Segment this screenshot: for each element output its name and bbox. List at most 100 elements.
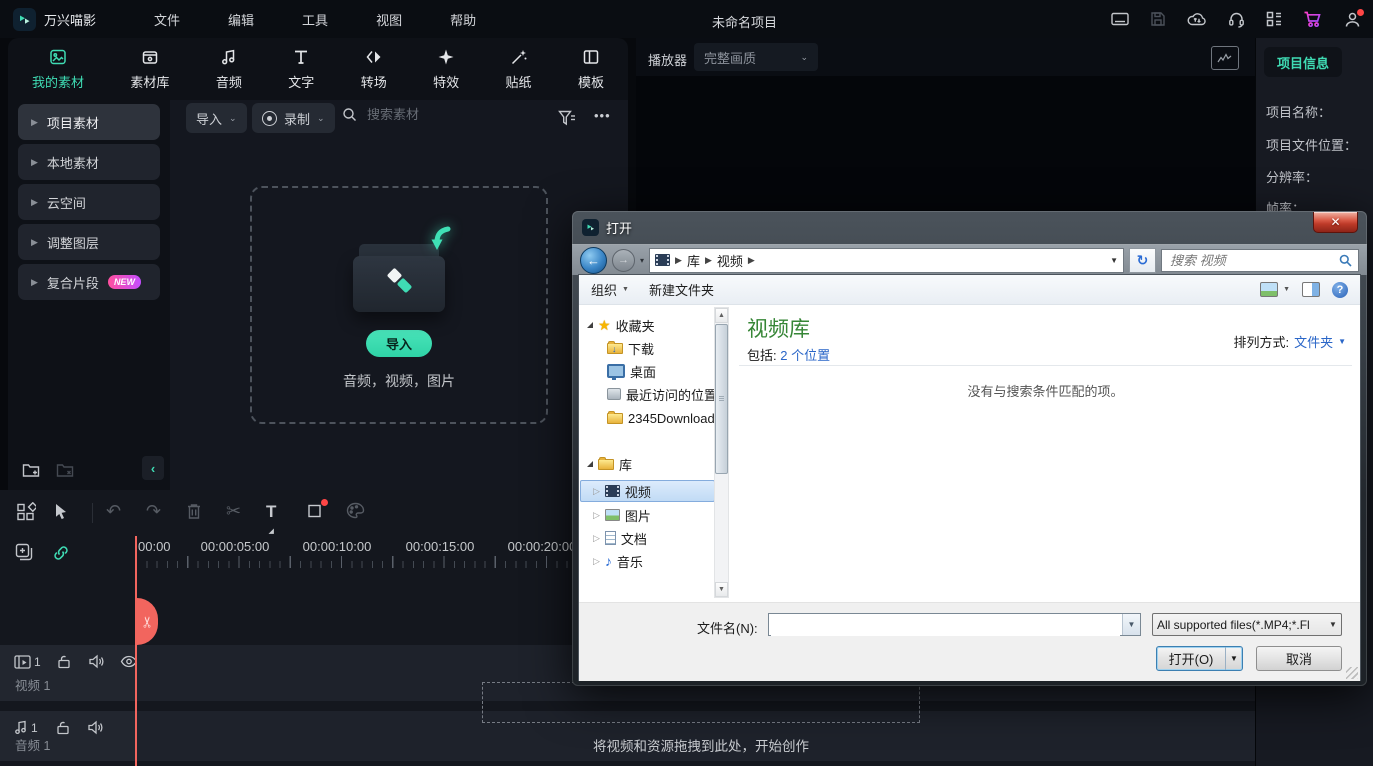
layout-icon[interactable] xyxy=(1111,12,1129,27)
close-button[interactable]: ✕ xyxy=(1313,212,1358,233)
tab-audio[interactable]: 音频 xyxy=(216,47,242,91)
tree-item-pictures[interactable]: ▷ 图片 xyxy=(593,504,651,526)
menu-view[interactable]: 视图 xyxy=(352,10,426,29)
expander-closed-icon[interactable]: ▷ xyxy=(593,556,600,567)
import-dropzone[interactable]: 导入 音频，视频，图片 xyxy=(250,186,548,424)
import-button[interactable]: 导入 xyxy=(366,330,432,357)
expander-closed-icon[interactable]: ▷ xyxy=(593,533,600,544)
render-preview-icon[interactable] xyxy=(1211,46,1239,70)
resize-grip[interactable] xyxy=(1346,667,1358,679)
forward-button[interactable]: → xyxy=(612,249,635,272)
sidebar-item-compound-clip[interactable]: ▶ 复合片段 NEW xyxy=(18,264,160,300)
filename-input[interactable] xyxy=(771,615,1120,636)
user-account-icon[interactable] xyxy=(1344,11,1361,28)
breadcrumb[interactable]: ▶ 库 ▶ 视频 ▶ ▼ xyxy=(649,248,1124,273)
color-palette-icon[interactable] xyxy=(346,502,365,519)
tree-scrollbar[interactable]: ▲ ▼ xyxy=(714,307,729,598)
new-folder-button[interactable]: 新建文件夹 xyxy=(649,280,714,299)
dialog-search-input[interactable] xyxy=(1168,252,1335,269)
tab-stickers[interactable]: 贴纸 xyxy=(506,47,532,91)
sidebar-item-local-media[interactable]: ▶ 本地素材 xyxy=(18,144,160,180)
menu-file[interactable]: 文件 xyxy=(130,10,204,29)
tab-transitions[interactable]: 转场 xyxy=(361,47,387,91)
delete-icon[interactable] xyxy=(186,502,202,520)
split-scissors-icon[interactable]: ✂ xyxy=(226,502,241,520)
timeline-dropzone[interactable] xyxy=(482,682,920,723)
sidebar-item-cloud[interactable]: ▶ 云空间 xyxy=(18,184,160,220)
import-dropdown-button[interactable]: 导入 ⌄ xyxy=(186,103,247,133)
open-split-dropdown-icon[interactable]: ▼ xyxy=(1226,647,1242,670)
tree-item-documents[interactable]: ▷ 文档 xyxy=(593,527,647,549)
quality-dropdown[interactable]: 完整画质 ⌄ xyxy=(694,43,818,71)
tree-item-videos[interactable]: ▷ 视频 xyxy=(593,480,651,502)
record-dropdown-button[interactable]: 录制 ⌄ xyxy=(252,103,335,133)
more-options-icon[interactable]: ••• xyxy=(594,108,611,123)
add-folder-icon[interactable] xyxy=(22,462,40,478)
tree-item-favorites[interactable]: ★ 收藏夹 xyxy=(587,314,655,336)
expander-open-icon[interactable] xyxy=(587,461,593,467)
tab-my-media[interactable]: 我的素材 xyxy=(32,47,84,91)
open-button[interactable]: 打开(O) ▼ xyxy=(1156,646,1243,671)
breadcrumb-videos[interactable]: 视频 xyxy=(717,251,743,270)
text-tool-icon[interactable]: T◢ xyxy=(266,502,276,530)
media-search-input[interactable] xyxy=(365,106,519,123)
playhead[interactable] xyxy=(135,536,137,766)
breadcrumb-libraries[interactable]: 库 xyxy=(687,251,700,270)
refresh-button[interactable]: ↻ xyxy=(1129,248,1156,273)
nav-history-dropdown-icon[interactable]: ▾ xyxy=(640,256,644,265)
tree-item-music[interactable]: ▷ ♪ 音乐 xyxy=(593,550,643,572)
crop-tool-icon[interactable] xyxy=(306,502,324,520)
mute-icon[interactable] xyxy=(88,654,105,669)
select-tool-icon[interactable] xyxy=(52,502,70,521)
link-clips-icon[interactable] xyxy=(52,544,70,562)
tree-item-desktop[interactable]: 桌面 xyxy=(607,360,656,382)
tab-stock-media[interactable]: 素材库 xyxy=(130,47,169,91)
views-button[interactable]: ▼ xyxy=(1260,282,1290,297)
apps-grid-icon[interactable] xyxy=(1266,11,1282,27)
lock-icon[interactable] xyxy=(56,720,70,735)
breadcrumb-dropdown-icon[interactable]: ▼ xyxy=(1110,256,1118,265)
help-button[interactable]: ? xyxy=(1332,282,1348,298)
undo-icon[interactable]: ↶ xyxy=(106,502,121,520)
collapse-panel-button[interactable]: ‹ xyxy=(142,456,164,480)
tab-text[interactable]: 文字 xyxy=(288,47,314,91)
mute-icon[interactable] xyxy=(87,720,104,735)
tree-item-recent-places[interactable]: 最近访问的位置 xyxy=(607,383,717,405)
delete-folder-icon[interactable] xyxy=(56,462,74,478)
expander-closed-icon[interactable]: ▷ xyxy=(593,486,600,497)
tab-effects[interactable]: 特效 xyxy=(433,47,459,91)
filter-icon[interactable] xyxy=(558,110,576,126)
tab-templates[interactable]: 模板 xyxy=(578,47,604,91)
tree-item-downloads[interactable]: ↓ 下载 xyxy=(607,337,654,359)
save-icon[interactable] xyxy=(1150,11,1166,27)
scroll-up-button[interactable]: ▲ xyxy=(715,308,728,323)
timeline-layout-icon[interactable] xyxy=(16,502,36,522)
lock-icon[interactable] xyxy=(57,654,71,669)
scroll-down-button[interactable]: ▼ xyxy=(715,582,728,597)
menu-help[interactable]: 帮助 xyxy=(426,10,500,29)
menu-edit[interactable]: 编辑 xyxy=(204,10,278,29)
preview-pane-button[interactable] xyxy=(1302,282,1320,297)
expander-open-icon[interactable] xyxy=(587,322,593,328)
video-track-header[interactable]: 1 视频 1 xyxy=(0,645,136,701)
includes-link[interactable]: 2 个位置 xyxy=(780,348,830,363)
playhead-scissors-handle[interactable]: ✂ xyxy=(137,598,158,645)
scrollbar-thumb[interactable] xyxy=(715,324,728,474)
duplicate-clip-icon[interactable] xyxy=(14,542,34,562)
cancel-button[interactable]: 取消 xyxy=(1256,646,1342,671)
organize-button[interactable]: 组织 ▼ xyxy=(591,280,629,299)
menu-tools[interactable]: 工具 xyxy=(278,10,352,29)
cloud-sync-icon[interactable] xyxy=(1187,11,1207,27)
support-headset-icon[interactable] xyxy=(1228,11,1245,28)
arrange-by-control[interactable]: 排列方式: 文件夹 ▼ xyxy=(1233,332,1346,351)
tree-item-libraries[interactable]: 库 xyxy=(587,453,632,475)
project-info-tab[interactable]: 项目信息 xyxy=(1264,47,1342,77)
sidebar-item-adjustment-layer[interactable]: ▶ 调整图层 xyxy=(18,224,160,260)
redo-icon[interactable]: ↷ xyxy=(146,502,161,520)
filename-dropdown-icon[interactable]: ▼ xyxy=(1122,614,1140,635)
back-button[interactable]: ← xyxy=(580,247,607,274)
expander-closed-icon[interactable]: ▷ xyxy=(593,510,600,521)
tree-item-2345download[interactable]: 2345Download xyxy=(607,407,715,429)
cart-icon[interactable] xyxy=(1303,10,1323,28)
dialog-title-bar[interactable]: 打开 ✕ xyxy=(572,211,1367,244)
